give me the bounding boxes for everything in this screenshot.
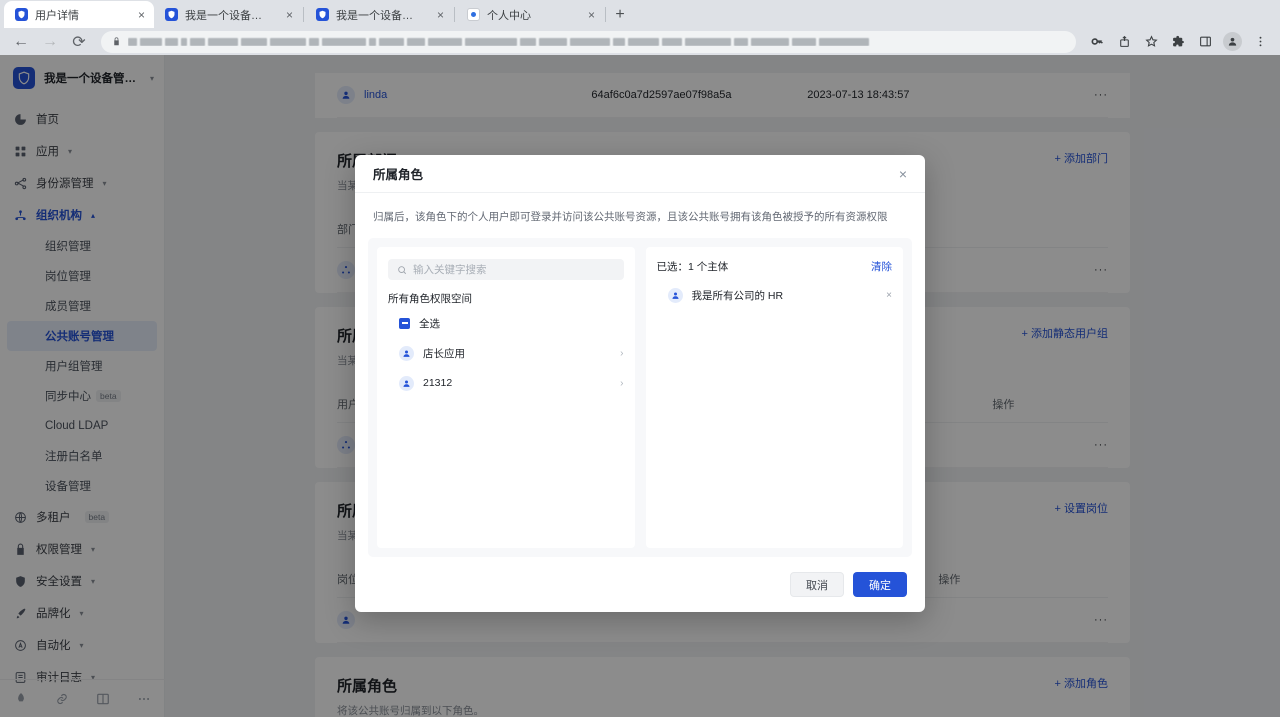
- select-all-checkbox[interactable]: [399, 317, 410, 329]
- share-icon[interactable]: [1112, 30, 1136, 54]
- profile-avatar[interactable]: [1223, 32, 1242, 51]
- forward-button[interactable]: →: [37, 29, 63, 55]
- chevron-right-icon[interactable]: ›: [620, 378, 623, 389]
- browser-tab-4[interactable]: 个人中心 ×: [456, 1, 604, 28]
- selected-item-label: 我是所有公司的 HR: [691, 289, 784, 302]
- tab-separator: [303, 6, 304, 22]
- selected-roles-panel: 已选：1 个主体 清除 我是所有公司的 HR ×: [645, 247, 903, 548]
- browser-toolbar: ← → ⟳: [0, 28, 1280, 55]
- menu-icon[interactable]: [1248, 30, 1272, 54]
- address-bar[interactable]: [101, 30, 1076, 53]
- modal-header: 所属角色 ×: [355, 155, 925, 193]
- modal-footer: 取消 确定: [355, 557, 925, 612]
- search-input[interactable]: [413, 263, 615, 276]
- modal-body: 所有角色权限空间 全选 店长应用 › 21312 ›: [368, 238, 912, 557]
- role-option-label: 店长应用: [423, 347, 465, 360]
- tab-strip: 用户详情 × 我是一个设备管理的用户池 × 我是一个设备管理的用户池 × 个人中…: [0, 0, 1280, 28]
- key-icon[interactable]: [1085, 30, 1109, 54]
- new-tab-button[interactable]: +: [607, 2, 633, 28]
- browser-chrome: 用户详情 × 我是一个设备管理的用户池 × 我是一个设备管理的用户池 × 个人中…: [0, 0, 1280, 55]
- tab-title: 我是一个设备管理的用户池: [336, 9, 420, 22]
- role-space-label: 所有角色权限空间: [388, 293, 472, 305]
- tab-title: 用户详情: [35, 9, 79, 22]
- selected-header: 已选：1 个主体 清除: [657, 259, 893, 274]
- browser-tab-1[interactable]: 用户详情 ×: [4, 1, 154, 28]
- avatar: [667, 287, 683, 303]
- modal-description: 归属后，该角色下的个人用户即可登录并访问该公共账号资源，且该公共账号拥有该角色被…: [373, 211, 888, 223]
- modal-title: 所属角色: [373, 168, 424, 182]
- tab-separator: [605, 6, 606, 22]
- tab-separator: [454, 6, 455, 22]
- url-text-blurred: [128, 37, 1065, 46]
- available-roles-panel: 所有角色权限空间 全选 店长应用 › 21312 ›: [377, 247, 635, 548]
- select-all-label: 全选: [419, 317, 440, 330]
- chevron-right-icon[interactable]: ›: [620, 348, 623, 359]
- search-box[interactable]: [388, 259, 624, 280]
- browser-tab-3[interactable]: 我是一个设备管理的用户池 ×: [305, 1, 453, 28]
- toolbar-icons: [1085, 30, 1272, 54]
- tab-close-icon[interactable]: ×: [128, 9, 145, 21]
- tab-title: 我是一个设备管理的用户池: [185, 9, 269, 22]
- select-all-row[interactable]: 全选: [388, 308, 624, 338]
- tab-close-icon[interactable]: ×: [276, 9, 293, 21]
- shield-icon: [15, 8, 28, 21]
- lock-icon: [114, 37, 119, 46]
- role-option-21312[interactable]: 21312 ›: [388, 368, 624, 398]
- clear-selection-link[interactable]: 清除: [871, 259, 892, 274]
- tab-title: 个人中心: [487, 9, 531, 22]
- reload-button[interactable]: ⟳: [66, 29, 92, 55]
- dot-icon: [467, 8, 480, 21]
- shield-icon: [316, 8, 329, 21]
- extensions-icon[interactable]: [1166, 30, 1190, 54]
- cancel-button[interactable]: 取消: [790, 572, 844, 597]
- role-option-store-manager-app[interactable]: 店长应用 ›: [388, 338, 624, 368]
- shield-icon: [165, 8, 178, 21]
- search-icon: [398, 265, 407, 274]
- selected-count-label: 已选：1 个主体: [656, 261, 729, 273]
- browser-tab-2[interactable]: 我是一个设备管理的用户池 ×: [154, 1, 302, 28]
- back-button[interactable]: ←: [8, 29, 34, 55]
- roles-modal: 所属角色 × 归属后，该角色下的个人用户即可登录并访问该公共账号资源，且该公共账…: [355, 155, 925, 612]
- role-option-label: 21312: [423, 377, 453, 389]
- avatar: [399, 375, 414, 391]
- close-icon[interactable]: ×: [899, 167, 907, 181]
- sidepanel-icon[interactable]: [1193, 30, 1217, 54]
- tab-close-icon[interactable]: ×: [578, 9, 595, 21]
- star-icon[interactable]: [1139, 30, 1163, 54]
- remove-icon[interactable]: ×: [886, 290, 892, 301]
- selected-item: 我是所有公司的 HR ×: [657, 281, 892, 309]
- confirm-button[interactable]: 确定: [853, 572, 907, 597]
- avatar: [399, 345, 414, 361]
- tab-close-icon[interactable]: ×: [427, 9, 444, 21]
